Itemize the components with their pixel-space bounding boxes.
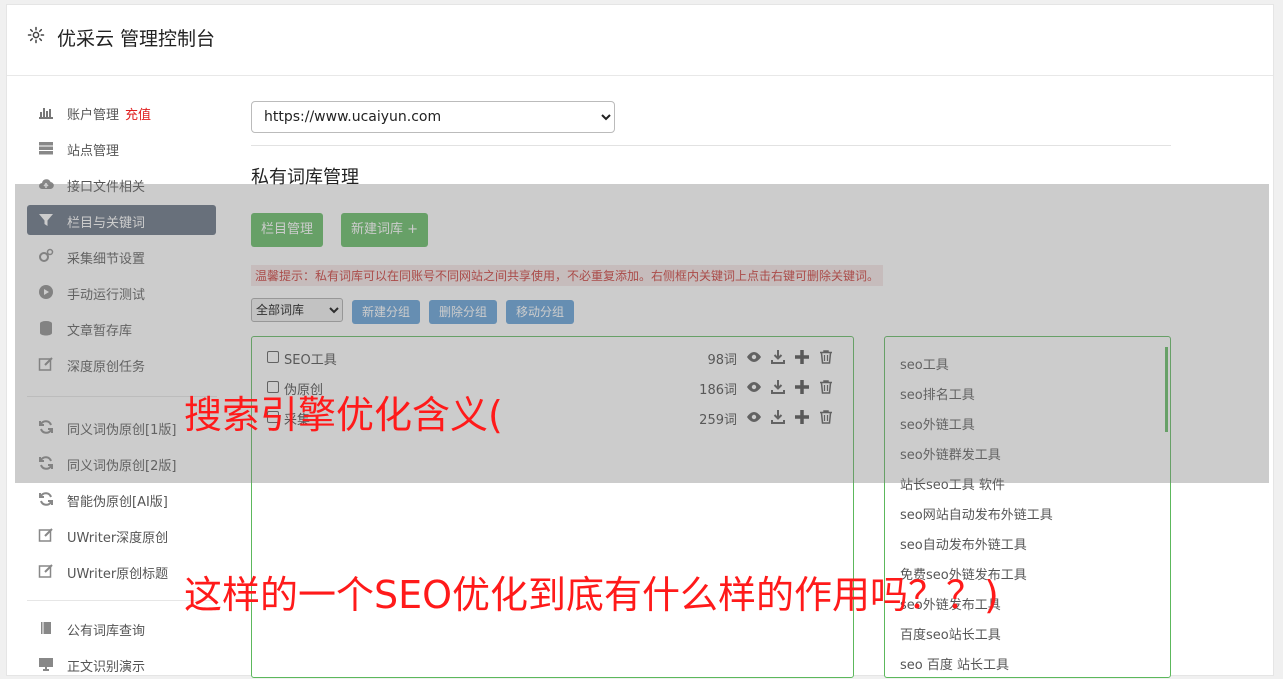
sidebar-item-sites[interactable]: 站点管理 xyxy=(27,133,216,163)
site-select[interactable]: https://www.ucaiyun.com xyxy=(251,101,615,133)
recharge-link[interactable]: 充值 xyxy=(125,108,151,123)
divider xyxy=(251,145,1171,146)
keyword-item[interactable]: seo网站自动发布外链工具 xyxy=(900,504,1053,523)
sidebar-item-text-recognition[interactable]: 正文识别演示 xyxy=(27,649,216,679)
page-title: 优采云 管理控制台 xyxy=(57,28,216,50)
keyword-item[interactable]: seo 百度 站长工具 xyxy=(900,654,1009,673)
edit-icon xyxy=(38,528,53,542)
sidebar-item-label: 账户管理 xyxy=(67,108,120,123)
server-icon xyxy=(39,142,53,155)
sidebar-item-uwriter-deep[interactable]: UWriter深度原创 xyxy=(27,520,216,550)
bar-chart-icon xyxy=(39,108,53,119)
overlay-caption-line1: 搜索引擎优化含义( xyxy=(184,393,503,437)
keyword-item[interactable]: seo自动发布外链工具 xyxy=(900,534,1027,553)
gear-icon xyxy=(27,26,45,44)
monitor-icon xyxy=(39,658,53,671)
edit-icon xyxy=(38,564,53,578)
sidebar-item-ai-original[interactable]: 智能伪原创[AI版] xyxy=(27,484,216,514)
sidebar-item-label: UWriter原创标题 xyxy=(67,567,169,582)
sidebar-item-label: 智能伪原创[AI版] xyxy=(67,495,168,510)
sidebar-item-account[interactable]: 账户管理 充值 xyxy=(27,97,216,127)
book-icon xyxy=(41,622,51,634)
page-header: 优采云 管理控制台 xyxy=(7,5,1273,76)
keyword-item[interactable]: 百度seo站长工具 xyxy=(900,624,1001,643)
refresh-icon xyxy=(39,492,53,506)
sidebar-item-label: UWriter深度原创 xyxy=(67,531,169,546)
sidebar-item-label: 公有词库查询 xyxy=(67,624,146,639)
sidebar-item-label: 正文识别演示 xyxy=(67,660,146,675)
sidebar-item-label: 站点管理 xyxy=(67,144,120,159)
overlay-caption-line2: 这样的一个SEO优化到底有什么样的作用吗？？) xyxy=(184,573,999,617)
